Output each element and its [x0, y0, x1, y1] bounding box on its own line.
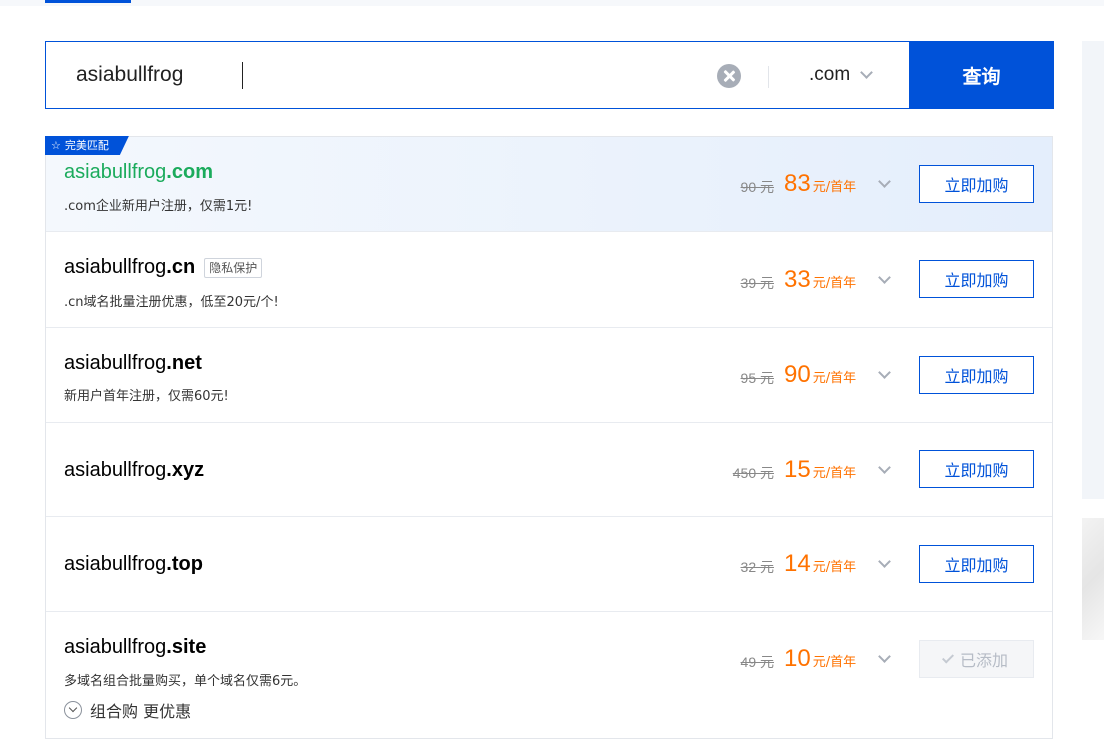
perfect-match-badge: ☆ 完美匹配: [45, 136, 129, 155]
result-row-top: asiabullfrog .top 32 元 14 元/首年 立即加购: [46, 517, 1052, 612]
add-to-cart-button[interactable]: 立即加购: [919, 165, 1034, 203]
add-to-cart-button[interactable]: 立即加购: [919, 260, 1034, 298]
side-banner-panel: [1082, 41, 1104, 499]
search-button[interactable]: 查询: [909, 41, 1054, 109]
domain-name: asiabullfrog .cn 隐私保护: [64, 256, 263, 279]
result-row-site: asiabullfrog .site 多域名组合批量购买，单个域名仅需6元。 49…: [46, 612, 1052, 738]
current-price: 90 元/首年: [784, 361, 856, 389]
domain-base: asiabullfrog: [64, 256, 167, 278]
price-unit: 元/首年: [812, 276, 857, 291]
suffix-dropdown[interactable]: .com: [794, 42, 908, 108]
active-tab-indicator: [45, 0, 131, 3]
domain-base: asiabullfrog: [64, 352, 167, 374]
domain-name: asiabullfrog .top: [64, 553, 203, 576]
domain-base: asiabullfrog: [64, 459, 167, 481]
price-value: 90: [784, 361, 811, 388]
bundle-link-label: 组合购 更优惠: [90, 702, 192, 721]
add-to-cart-button[interactable]: 立即加购: [919, 545, 1034, 583]
bundle-purchase-link[interactable]: 组合购 更优惠: [64, 698, 191, 722]
promo-text: 多域名组合批量购买，单个域名仅需6元。: [64, 674, 307, 689]
domain-ext: .site: [166, 636, 207, 658]
add-to-cart-button[interactable]: 立即加购: [919, 450, 1034, 488]
original-price: 450 元: [732, 465, 774, 481]
domain-base: asiabullfrog: [64, 553, 167, 575]
chevron-down-icon[interactable]: [878, 271, 891, 284]
original-price: 32 元: [740, 559, 774, 575]
price-value: 10: [784, 645, 811, 672]
badge-label: 完美匹配: [64, 139, 109, 152]
suffix-selected-value: .com: [809, 64, 851, 85]
promo-text: 新用户首年注册，仅需60元!: [64, 389, 229, 404]
current-price: 10 元/首年: [784, 645, 856, 673]
price-value: 15: [784, 456, 811, 483]
price-unit: 元/首年: [812, 180, 857, 195]
text-caret: [242, 62, 243, 89]
price-value: 83: [784, 170, 811, 197]
domain-search-bar: .com 查询: [45, 41, 1054, 109]
privacy-tag: 隐私保护: [204, 257, 263, 278]
add-to-cart-button[interactable]: 立即加购: [919, 356, 1034, 394]
price-unit: 元/首年: [812, 560, 857, 575]
domain-base: asiabullfrog: [64, 161, 167, 183]
result-row-xyz: asiabullfrog .xyz 450 元 15 元/首年 立即加购: [46, 423, 1052, 517]
chevron-down-icon[interactable]: [878, 175, 891, 188]
added-label: 已添加: [959, 651, 1008, 670]
domain-name: asiabullfrog .net: [64, 352, 202, 375]
current-price: 83 元/首年: [784, 170, 856, 198]
result-row-com: ☆ 完美匹配 asiabullfrog .com .com企业新用户注册，仅需1元…: [46, 137, 1052, 232]
original-price: 49 元: [740, 654, 774, 670]
clear-circle-icon[interactable]: [717, 64, 741, 88]
added-status-button: 已添加: [919, 640, 1034, 678]
original-price: 90 元: [740, 179, 774, 195]
current-price: 14 元/首年: [784, 550, 856, 578]
price-unit: 元/首年: [812, 655, 857, 670]
circle-chevron-down-icon: [64, 701, 82, 719]
domain-ext: .top: [166, 553, 203, 575]
domain-name: asiabullfrog .com: [64, 161, 213, 184]
price-value: 33: [784, 266, 811, 293]
chevron-down-icon[interactable]: [878, 555, 891, 568]
side-image-panel: [1082, 518, 1104, 640]
domain-ext: .cn: [166, 256, 196, 278]
original-price: 39 元: [740, 275, 774, 291]
domain-ext: .net: [166, 352, 202, 374]
domain-results-list: ☆ 完美匹配 asiabullfrog .com .com企业新用户注册，仅需1元…: [45, 136, 1053, 739]
current-price: 33 元/首年: [784, 266, 856, 294]
result-row-net: asiabullfrog .net 新用户首年注册，仅需60元! 95 元 90 …: [46, 328, 1052, 423]
check-icon: [941, 650, 954, 664]
price-unit: 元/首年: [812, 371, 857, 386]
original-price: 95 元: [740, 370, 774, 386]
promo-text: .cn域名批量注册优惠，低至20元/个!: [64, 295, 279, 310]
domain-name: asiabullfrog .site: [64, 636, 206, 659]
chevron-down-icon: [860, 65, 874, 79]
domain-name: asiabullfrog .xyz: [64, 459, 204, 482]
promo-text: .com企业新用户注册，仅需1元!: [64, 199, 253, 214]
price-unit: 元/首年: [812, 466, 857, 481]
divider: [768, 66, 769, 88]
top-nav-strip: [0, 0, 1104, 6]
chevron-down-icon[interactable]: [878, 461, 891, 474]
current-price: 15 元/首年: [784, 456, 856, 484]
result-row-cn: asiabullfrog .cn 隐私保护 .cn域名批量注册优惠，低至20元/个…: [46, 232, 1052, 328]
chevron-down-icon[interactable]: [878, 366, 891, 379]
domain-search-input[interactable]: [46, 42, 710, 108]
chevron-down-icon[interactable]: [878, 650, 891, 663]
price-value: 14: [784, 550, 811, 577]
domain-ext: .xyz: [166, 459, 205, 481]
domain-ext: .com: [166, 161, 213, 183]
domain-base: asiabullfrog: [64, 636, 167, 658]
star-icon: ☆: [51, 139, 61, 152]
